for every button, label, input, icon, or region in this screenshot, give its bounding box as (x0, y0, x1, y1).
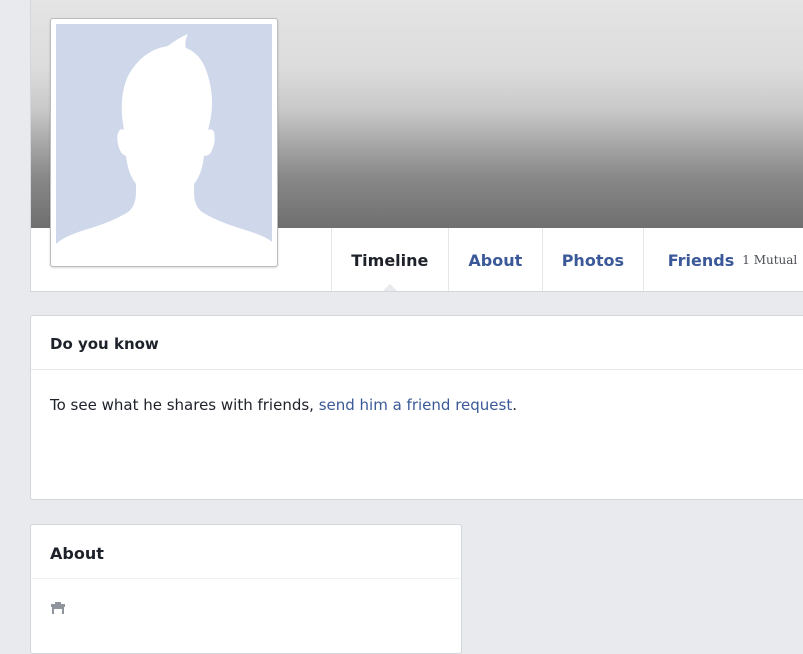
message-text: To see what he shares with friends, (50, 396, 319, 414)
message-end: . (512, 396, 517, 414)
profile-tabs: Timeline About Photos Friends 1 Mutual (331, 228, 803, 291)
tab-timeline[interactable]: Timeline (331, 228, 448, 291)
do-you-know-title: Do you know (50, 335, 159, 353)
work-icon (51, 602, 65, 614)
tab-photos[interactable]: Photos (541, 228, 643, 291)
tab-about-label: About (468, 250, 523, 270)
tab-timeline-label: Timeline (351, 250, 429, 270)
tab-friends-label: Friends (667, 250, 735, 270)
profile-picture[interactable] (50, 18, 278, 267)
tab-photos-label: Photos (561, 250, 624, 270)
divider (31, 369, 803, 370)
do-you-know-card: Do you know To see what he shares with f… (30, 315, 803, 500)
mutual-friends-count: 1 Mutual (742, 253, 798, 267)
divider (31, 578, 461, 579)
friend-request-link[interactable]: send him a friend request (319, 396, 513, 414)
do-you-know-message: To see what he shares with friends, send… (50, 396, 517, 414)
tab-about[interactable]: About (447, 228, 542, 291)
about-card: About (30, 524, 462, 654)
silhouette-icon (56, 34, 272, 261)
tab-friends[interactable]: Friends 1 Mutual (642, 228, 803, 291)
about-title: About (50, 544, 104, 563)
default-avatar (56, 24, 272, 261)
